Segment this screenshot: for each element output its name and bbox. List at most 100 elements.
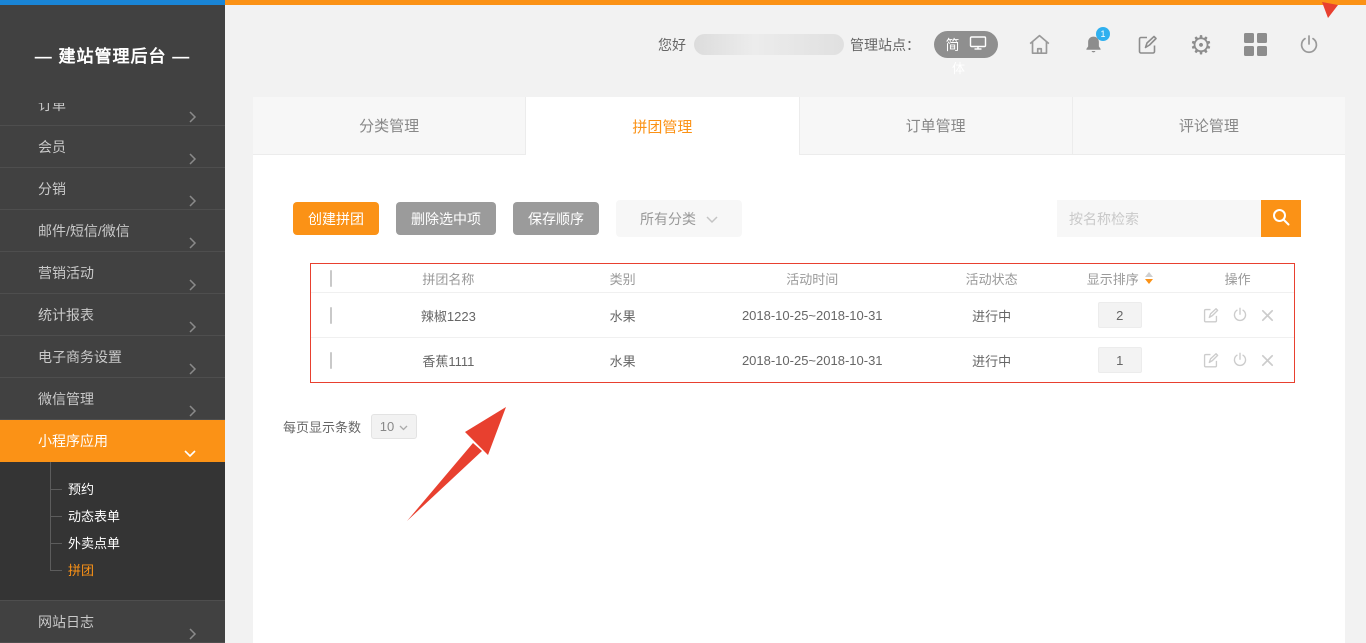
tab-comment-management[interactable]: 评论管理 <box>1073 97 1345 155</box>
top-bar-orange-segment <box>225 0 1366 5</box>
edit-row-icon[interactable] <box>1201 351 1220 370</box>
groupbuy-table-annotated-red-box: 拼团名称 类别 活动时间 活动状态 显示排序 操作 辣椒1223 水果 2018… <box>310 263 1295 383</box>
managed-site-label: 管理站点： <box>850 35 920 55</box>
sidebar-item-label: 网站日志 <box>38 614 94 630</box>
settings-gear-icon[interactable]: ⚙ <box>1188 32 1214 58</box>
column-header-time: 活动时间 <box>699 269 925 288</box>
sidebar-item-site-logs[interactable]: 网站日志 <box>0 601 225 643</box>
monitor-icon <box>969 35 987 54</box>
delete-selected-button[interactable]: 删除选中项 <box>396 202 496 235</box>
sidebar-menu: 订单 会员 分销 邮件/短信/微信 营销活动 <box>0 84 225 643</box>
delete-x-icon[interactable] <box>1260 306 1275 325</box>
per-page-value: 10 <box>380 419 394 434</box>
sidebar-subitem-label: 外卖点单 <box>68 536 120 551</box>
sidebar-item-label: 电子商务设置 <box>38 349 122 365</box>
table-row: 香蕉1111 水果 2018-10-25~2018-10-31 进行中 1 <box>311 337 1294 382</box>
toggle-power-icon[interactable] <box>1231 351 1249 370</box>
notification-badge: 1 <box>1096 27 1110 41</box>
save-order-button[interactable]: 保存顺序 <box>513 202 599 235</box>
sort-toggle-icon[interactable] <box>1145 272 1153 284</box>
cell-category: 水果 <box>546 351 700 370</box>
edit-icon[interactable] <box>1134 32 1160 58</box>
sidebar-item-label: 统计报表 <box>38 307 94 323</box>
sidebar-item-label: 会员 <box>38 139 66 155</box>
sidebar-subitem-label: 动态表单 <box>68 509 120 524</box>
row-checkbox[interactable] <box>330 307 332 324</box>
per-page-label: 每页显示条数 <box>283 417 361 436</box>
table-row: 辣椒1223 水果 2018-10-25~2018-10-31 进行中 2 <box>311 292 1294 337</box>
sidebar-item-label: 小程序应用 <box>38 433 108 449</box>
sidebar-item-label: 营销活动 <box>38 265 94 281</box>
sidebar: 订单 会员 分销 邮件/短信/微信 营销活动 <box>0 5 225 643</box>
logout-power-icon[interactable] <box>1296 32 1322 58</box>
sidebar-item-label: 微信管理 <box>38 391 94 407</box>
sidebar-subitem-group-buy[interactable]: 拼团 <box>0 557 225 584</box>
app-logo: — 建站管理后台 — <box>0 5 225 103</box>
toggle-power-icon[interactable] <box>1231 306 1249 325</box>
chevron-down-icon <box>706 211 718 227</box>
search-input[interactable] <box>1057 200 1261 237</box>
cell-time: 2018-10-25~2018-10-31 <box>699 308 925 323</box>
column-header-status: 活动状态 <box>925 269 1058 288</box>
top-accent-bar <box>0 0 1366 5</box>
category-filter-dropdown[interactable]: 所有分类 <box>616 200 742 237</box>
sort-order-input[interactable]: 2 <box>1098 302 1142 328</box>
tab-bar: 分类管理 拼团管理 订单管理 评论管理 <box>253 97 1345 155</box>
sidebar-item-members[interactable]: 会员 <box>0 126 225 168</box>
chevron-down-icon <box>399 419 408 434</box>
cell-name: 辣椒1223 <box>351 306 546 325</box>
sidebar-subitem-label: 预约 <box>68 482 94 497</box>
table-header-row: 拼团名称 类别 活动时间 活动状态 显示排序 操作 <box>311 264 1294 292</box>
cell-category: 水果 <box>546 306 700 325</box>
sidebar-subitem-label: 拼团 <box>68 563 94 578</box>
top-bar-blue-segment <box>0 0 225 5</box>
column-header-actions: 操作 <box>1181 269 1294 288</box>
sidebar-item-statistics[interactable]: 统计报表 <box>0 294 225 336</box>
create-groupbuy-button[interactable]: 创建拼团 <box>293 202 379 235</box>
main-panel: 分类管理 拼团管理 订单管理 评论管理 创建拼团 删除选中项 保存顺序 所有分类 <box>253 97 1345 643</box>
notifications-bell-icon[interactable]: 1 <box>1080 32 1106 58</box>
home-icon[interactable] <box>1026 32 1052 58</box>
language-label-overflow: 体 <box>952 58 965 77</box>
chevron-right-icon <box>188 615 197 643</box>
sidebar-item-distribution[interactable]: 分销 <box>0 168 225 210</box>
language-switcher[interactable]: 简 <box>934 31 998 58</box>
tab-order-management[interactable]: 订单管理 <box>800 97 1073 155</box>
search-button[interactable] <box>1261 200 1301 237</box>
cell-status: 进行中 <box>925 351 1058 370</box>
row-checkbox[interactable] <box>330 352 332 369</box>
cell-status: 进行中 <box>925 306 1058 325</box>
edit-row-icon[interactable] <box>1201 306 1220 325</box>
delete-x-icon[interactable] <box>1260 351 1275 370</box>
sidebar-item-marketing[interactable]: 营销活动 <box>0 252 225 294</box>
category-filter-value: 所有分类 <box>640 209 696 229</box>
sidebar-subitem-dynamic-forms[interactable]: 动态表单 <box>0 503 225 530</box>
greeting-text: 您好 <box>658 35 686 55</box>
sidebar-submenu: 预约 动态表单 外卖点单 拼团 <box>0 462 225 601</box>
column-header-name: 拼团名称 <box>351 269 546 288</box>
sidebar-item-label: 邮件/短信/微信 <box>38 223 130 239</box>
apps-grid-icon[interactable] <box>1242 32 1268 58</box>
sidebar-subitem-booking[interactable]: 预约 <box>0 476 225 503</box>
sidebar-item-wechat-management[interactable]: 微信管理 <box>0 378 225 420</box>
column-header-sort: 显示排序 <box>1087 269 1139 288</box>
username-redacted <box>694 34 844 55</box>
column-header-category: 类别 <box>546 269 700 288</box>
cell-time: 2018-10-25~2018-10-31 <box>699 353 925 368</box>
language-label: 简 <box>946 35 960 55</box>
tab-category-management[interactable]: 分类管理 <box>253 97 526 155</box>
toolbar: 创建拼团 删除选中项 保存顺序 所有分类 <box>293 200 1301 237</box>
per-page-select[interactable]: 10 <box>371 414 417 439</box>
search-icon <box>1271 207 1291 230</box>
sidebar-item-miniprogram-apps[interactable]: 小程序应用 <box>0 420 225 462</box>
select-all-checkbox[interactable] <box>330 270 332 287</box>
per-page-control: 每页显示条数 10 <box>283 414 1345 439</box>
cell-name: 香蕉1111 <box>351 351 546 370</box>
sort-order-input[interactable]: 1 <box>1098 347 1142 373</box>
sidebar-item-mail-sms-wechat[interactable]: 邮件/短信/微信 <box>0 210 225 252</box>
sidebar-item-label: 分销 <box>38 181 66 197</box>
search-group <box>1057 200 1301 237</box>
sidebar-subitem-takeout-order[interactable]: 外卖点单 <box>0 530 225 557</box>
tab-groupbuy-management[interactable]: 拼团管理 <box>526 97 799 155</box>
sidebar-item-ecommerce-settings[interactable]: 电子商务设置 <box>0 336 225 378</box>
